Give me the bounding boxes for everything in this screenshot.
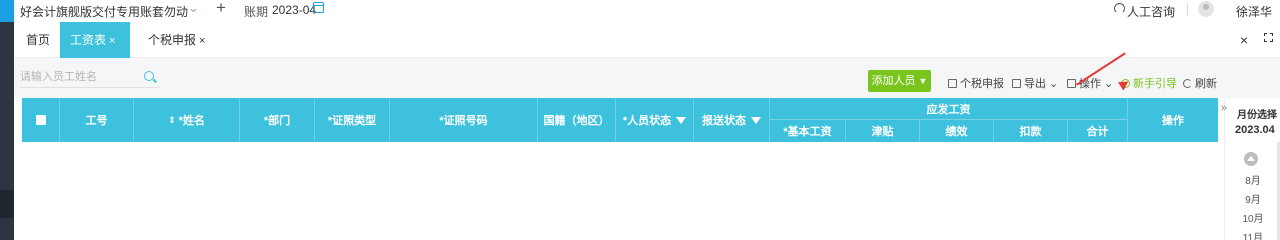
add-account-button[interactable]: +	[216, 0, 226, 18]
scroll-up-icon[interactable]	[1244, 152, 1258, 166]
column-label: 扣款	[1019, 126, 1042, 138]
sort-icon[interactable]: ⇕	[168, 115, 176, 126]
column-nationality: 国籍（地区）	[538, 98, 616, 142]
tab-label: 个税申报	[148, 33, 197, 47]
tab-salary-sheet[interactable]: 工资表 ×	[60, 22, 130, 58]
column-dept: *部门	[240, 98, 315, 142]
tab-home[interactable]: 首页	[16, 22, 60, 58]
column-operation: 操作	[1128, 98, 1218, 142]
column-emp-no: 工号	[60, 98, 134, 142]
column-id-type: *证照类型	[315, 98, 390, 142]
user-name[interactable]: 徐泽华	[1236, 3, 1272, 20]
close-all-tabs-icon[interactable]: ×	[1240, 32, 1248, 48]
filter-icon[interactable]	[751, 116, 761, 124]
fullscreen-icon[interactable]	[1264, 33, 1273, 42]
tax-declare-button[interactable]: 个税申报	[948, 75, 1004, 91]
column-label: 国籍（地区）	[543, 115, 610, 127]
filter-icon[interactable]	[676, 116, 687, 124]
column-label: *人员状态	[622, 115, 672, 127]
chevron-down-icon[interactable]: ⌄	[188, 0, 199, 16]
tab-bar: 首页 工资表 × 个税申报 × ×	[14, 22, 1280, 58]
column-label: 应发工资	[926, 103, 971, 116]
column-label: 合计	[1086, 126, 1109, 138]
consult-link[interactable]: 人工咨询	[1127, 3, 1175, 20]
add-staff-button[interactable]: 添加人员 ▼	[868, 70, 931, 92]
top-bar: 好会计旗舰版交付专用账套勿动 ⌄ + 账期 2023-04 人工咨询 徐泽华	[14, 0, 1280, 20]
month-item[interactable]: 10月	[1225, 210, 1280, 225]
refresh-button[interactable]: 刷新	[1183, 75, 1217, 91]
current-month[interactable]: 2023.04	[1235, 124, 1275, 136]
month-selector-panel: » 月份选择 2023.04 8月 9月 10月 11月	[1221, 98, 1280, 240]
divider	[1187, 3, 1188, 16]
tab-label: 首页	[26, 33, 51, 47]
column-total: 合计	[1068, 120, 1128, 142]
account-selector[interactable]: 好会计旗舰版交付专用账套勿动	[20, 3, 188, 20]
nav-selected-item[interactable]	[0, 190, 14, 218]
column-label: 报送状态	[702, 115, 746, 127]
column-deduction: 扣款	[994, 120, 1068, 142]
swap-icon	[1067, 78, 1076, 88]
column-label: *证照类型	[327, 115, 377, 127]
refresh-icon	[1183, 78, 1192, 88]
column-group-payable: 应发工资	[770, 98, 1128, 120]
button-label: 个税申报	[960, 78, 1004, 90]
button-label: 刷新	[1195, 78, 1217, 90]
column-label: *部门	[263, 115, 291, 127]
column-name[interactable]: ⇕ *姓名	[134, 98, 240, 142]
chevron-down-icon: ⌄	[1101, 77, 1114, 90]
close-icon[interactable]: ×	[109, 35, 115, 47]
column-base-salary: *基本工资	[770, 120, 846, 142]
column-label: 津贴	[871, 126, 894, 138]
headset-icon[interactable]	[1114, 3, 1125, 14]
chevron-down-icon: ⌄	[1046, 77, 1059, 90]
period-value[interactable]: 2023-04	[272, 3, 316, 17]
month-item[interactable]: 8月	[1225, 172, 1280, 187]
column-staff-status: *人员状态	[616, 98, 694, 142]
close-icon[interactable]: ×	[199, 35, 205, 47]
chevron-down-icon: ▼	[918, 76, 928, 86]
column-label: 工号	[85, 115, 108, 127]
column-id-no: *证照号码	[390, 98, 538, 142]
month-item[interactable]: 11月	[1225, 229, 1280, 240]
search-icon[interactable]	[144, 71, 154, 81]
salary-table: 工号 ⇕ *姓名 *部门 *证照类型 *证照号码 国籍（地区） *人员状态 报送状…	[22, 98, 1218, 240]
search-box	[20, 68, 160, 88]
select-all-checkbox[interactable]	[35, 115, 46, 125]
operate-button[interactable]: 操作 ⌄	[1067, 75, 1113, 91]
button-label: 新手引导	[1133, 78, 1177, 90]
toolbar: 添加人员▼ 个税申报 导出 ⌄ 操作 ⌄ 新手引导 刷新	[14, 58, 1280, 98]
search-input[interactable]	[20, 68, 140, 86]
button-label: 添加人员	[871, 75, 916, 87]
select-all-cell	[22, 98, 60, 142]
nav-logo-tile[interactable]	[0, 0, 14, 22]
table-header: 工号 ⇕ *姓名 *部门 *证照类型 *证照号码 国籍（地区） *人员状态 报送状…	[22, 98, 1218, 142]
document-icon	[948, 78, 957, 88]
avatar[interactable]	[1198, 1, 1214, 17]
column-allowance: 津贴	[846, 120, 920, 142]
column-label: 操作	[1162, 115, 1184, 127]
export-button[interactable]: 导出 ⌄	[1012, 75, 1058, 91]
collapse-icon[interactable]: »	[1221, 102, 1227, 114]
export-icon	[1012, 78, 1021, 88]
column-label: *姓名	[178, 115, 205, 127]
left-nav-strip	[0, 0, 14, 240]
column-submit-status: 报送状态	[694, 98, 770, 142]
month-item[interactable]: 9月	[1225, 191, 1280, 206]
column-performance: 绩效	[920, 120, 994, 142]
month-panel-title: 月份选择	[1237, 110, 1277, 121]
tab-label: 工资表	[70, 33, 107, 47]
column-label: *基本工资	[783, 126, 832, 138]
button-label: 导出	[1024, 78, 1046, 90]
column-label: *证照号码	[439, 115, 488, 127]
button-label: 操作	[1079, 78, 1101, 90]
calendar-icon[interactable]	[313, 2, 324, 13]
column-label: 绩效	[945, 126, 968, 138]
period-label: 账期	[244, 5, 269, 19]
tab-tax-declaration[interactable]: 个税申报 ×	[138, 22, 215, 58]
